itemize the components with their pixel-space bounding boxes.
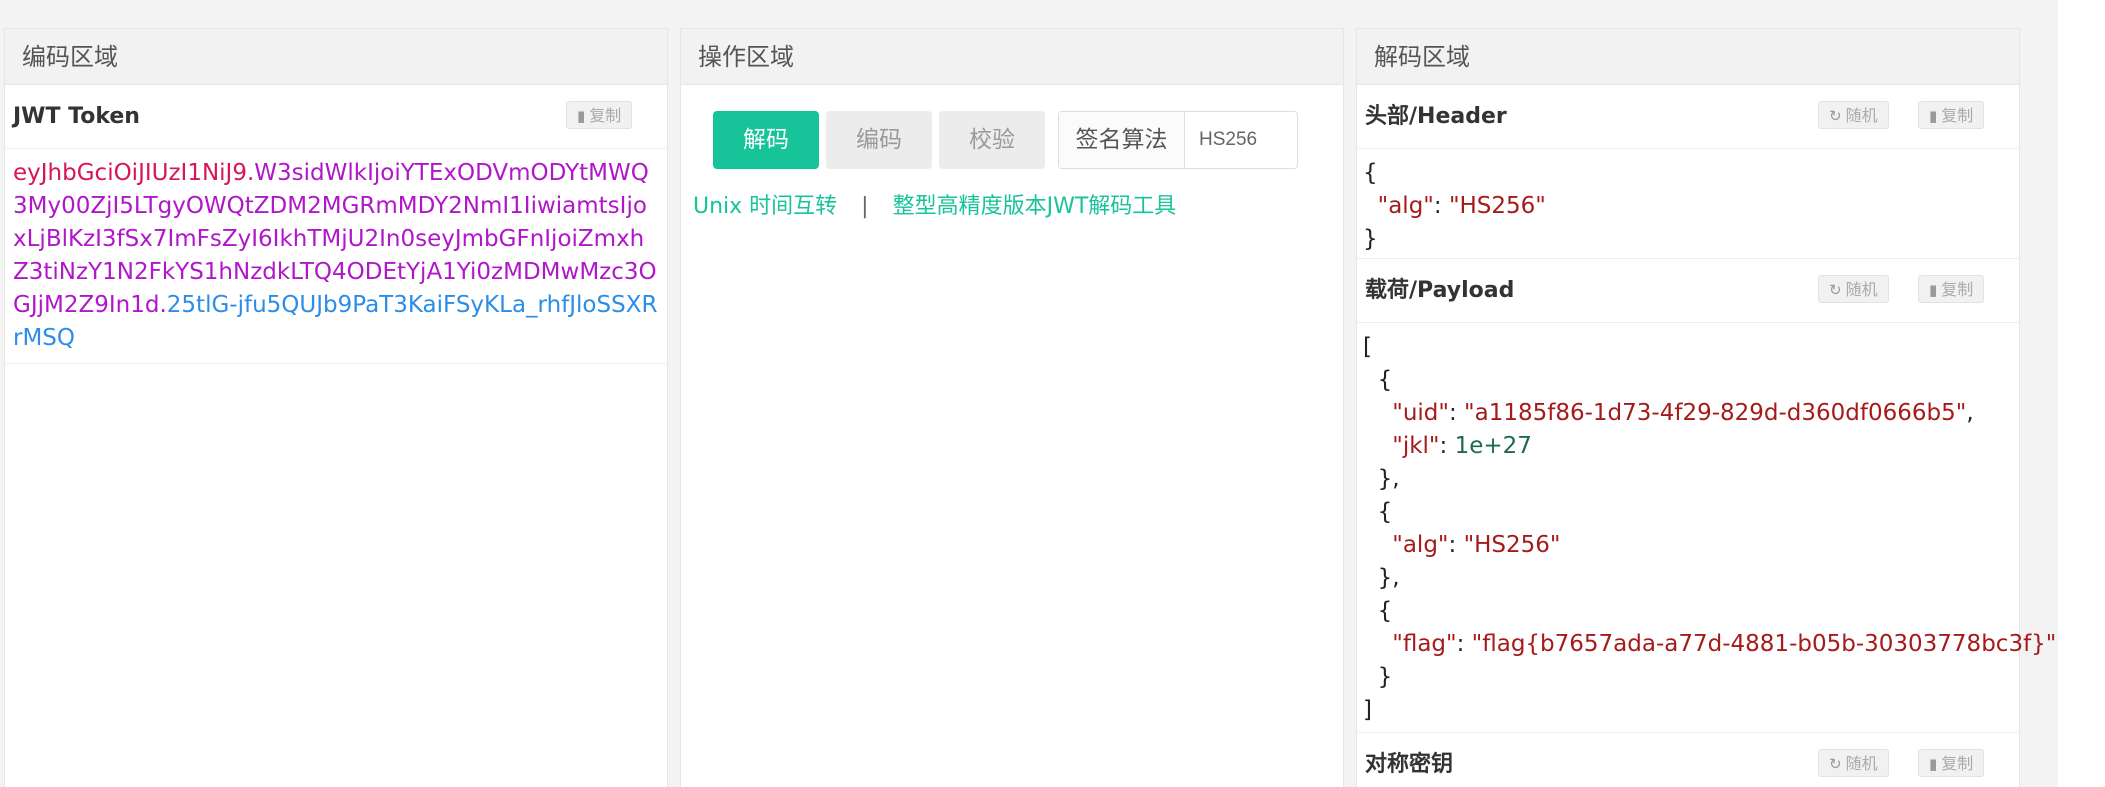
- random-payload-button[interactable]: ↻ 随机: [1818, 275, 1889, 303]
- encode-panel-title: 编码区域: [5, 29, 667, 85]
- json-value: "HS256": [1463, 532, 1561, 558]
- decode-panel: 解码区域 头部/Header ↻ 随机 ▮ 复制 { "alg": "HS256" …: [1356, 28, 2056, 787]
- copy-secret-label: 复制: [1941, 754, 1974, 773]
- ops-panel-title: 操作区域: [681, 29, 1343, 85]
- random-secret-label: 随机: [1845, 754, 1878, 773]
- tool-links: Unix 时间互转 | 整型高精度版本JWT解码工具: [693, 189, 1176, 225]
- payload-section-header: 载荷/Payload ↻ 随机 ▮ 复制: [1357, 259, 2019, 323]
- refresh-icon: ↻: [1829, 107, 1842, 125]
- clipboard-icon: ▮: [577, 107, 586, 125]
- copy-token-button[interactable]: ▮ 复制: [566, 101, 633, 129]
- bigint-jwt-tool-link[interactable]: 整型高精度版本JWT解码工具: [893, 194, 1177, 219]
- copy-header-label: 复制: [1941, 106, 1974, 125]
- payload-title: 载荷/Payload: [1365, 278, 1515, 303]
- json-brace: {: [1363, 160, 1378, 186]
- json-value: "a1185f86-1d73-4f29-829d-d360df0666b5": [1464, 400, 1967, 426]
- clipboard-icon: ▮: [1929, 755, 1938, 773]
- copy-secret-button[interactable]: ▮ 复制: [1918, 749, 1985, 777]
- token-header-part: eyJhbGciOiJIUzI1NiJ9: [13, 160, 247, 186]
- json-brace: }: [1363, 226, 1378, 252]
- link-separator: |: [861, 194, 869, 219]
- page-scrollbar-area[interactable]: [2058, 0, 2105, 787]
- page: 编码区域 JWT Token ▮ 复制 eyJhbGciOiJIUzI1NiJ9.…: [0, 0, 2105, 787]
- json-key: "alg": [1392, 532, 1449, 558]
- json-value: "HS256": [1448, 193, 1546, 219]
- algorithm-select: 签名算法: [1058, 111, 1298, 169]
- secret-section-header: 对称密钥 ↻ 随机 ▮ 复制: [1357, 733, 2019, 787]
- encode-panel: 编码区域 JWT Token ▮ 复制 eyJhbGciOiJIUzI1NiJ9.…: [4, 28, 668, 787]
- json-key: "jkl": [1392, 433, 1440, 459]
- secret-title: 对称密钥: [1365, 752, 1454, 777]
- refresh-icon: ↻: [1829, 281, 1842, 299]
- unix-time-link[interactable]: Unix 时间互转: [693, 194, 837, 219]
- algorithm-input[interactable]: [1185, 112, 1297, 168]
- json-value: "flag{b7657ada-a77d-4881-b05b-30303778bc…: [1471, 631, 2057, 657]
- clipboard-icon: ▮: [1929, 281, 1938, 299]
- random-secret-button[interactable]: ↻ 随机: [1818, 749, 1889, 777]
- encode-button[interactable]: 编码: [826, 111, 932, 169]
- random-payload-label: 随机: [1845, 280, 1878, 299]
- copy-header-button[interactable]: ▮ 复制: [1918, 101, 1985, 129]
- jwt-token-title: JWT Token: [13, 104, 140, 129]
- json-key: "alg": [1377, 193, 1434, 219]
- header-title: 头部/Header: [1365, 104, 1507, 129]
- header-section-header: 头部/Header ↻ 随机 ▮ 复制: [1357, 85, 2019, 149]
- json-bracket: ]: [1363, 697, 1372, 723]
- ops-panel: 操作区域 解码 编码 校验 签名算法 Unix 时间互转 | 整型高精度版本JWT解…: [680, 28, 1344, 787]
- token-dot-2: .: [159, 292, 167, 318]
- verify-button[interactable]: 校验: [939, 111, 1045, 169]
- random-header-button[interactable]: ↻ 随机: [1818, 101, 1889, 129]
- json-key: "uid": [1392, 400, 1449, 426]
- copy-payload-button[interactable]: ▮ 复制: [1918, 275, 1985, 303]
- refresh-icon: ↻: [1829, 755, 1842, 773]
- json-key: "flag": [1392, 631, 1457, 657]
- json-value: 1e+27: [1454, 433, 1532, 459]
- algorithm-label: 签名算法: [1059, 112, 1185, 168]
- json-bracket: [: [1363, 334, 1372, 360]
- clipboard-icon: ▮: [1929, 107, 1938, 125]
- payload-json-editor[interactable]: [ { "uid": "a1185f86-1d73-4f29-829d-d360…: [1357, 323, 2056, 733]
- jwt-token-textarea[interactable]: eyJhbGciOiJIUzI1NiJ9.W3sidWlkIjoiYTExODV…: [5, 149, 667, 364]
- decode-button[interactable]: 解码: [713, 111, 819, 169]
- copy-payload-label: 复制: [1941, 280, 1974, 299]
- random-header-label: 随机: [1845, 106, 1878, 125]
- header-json-editor[interactable]: { "alg": "HS256" }: [1357, 149, 2019, 259]
- copy-token-label: 复制: [589, 106, 622, 125]
- jwt-token-section-header: JWT Token ▮ 复制: [5, 85, 667, 149]
- decode-panel-title: 解码区域: [1357, 29, 2019, 85]
